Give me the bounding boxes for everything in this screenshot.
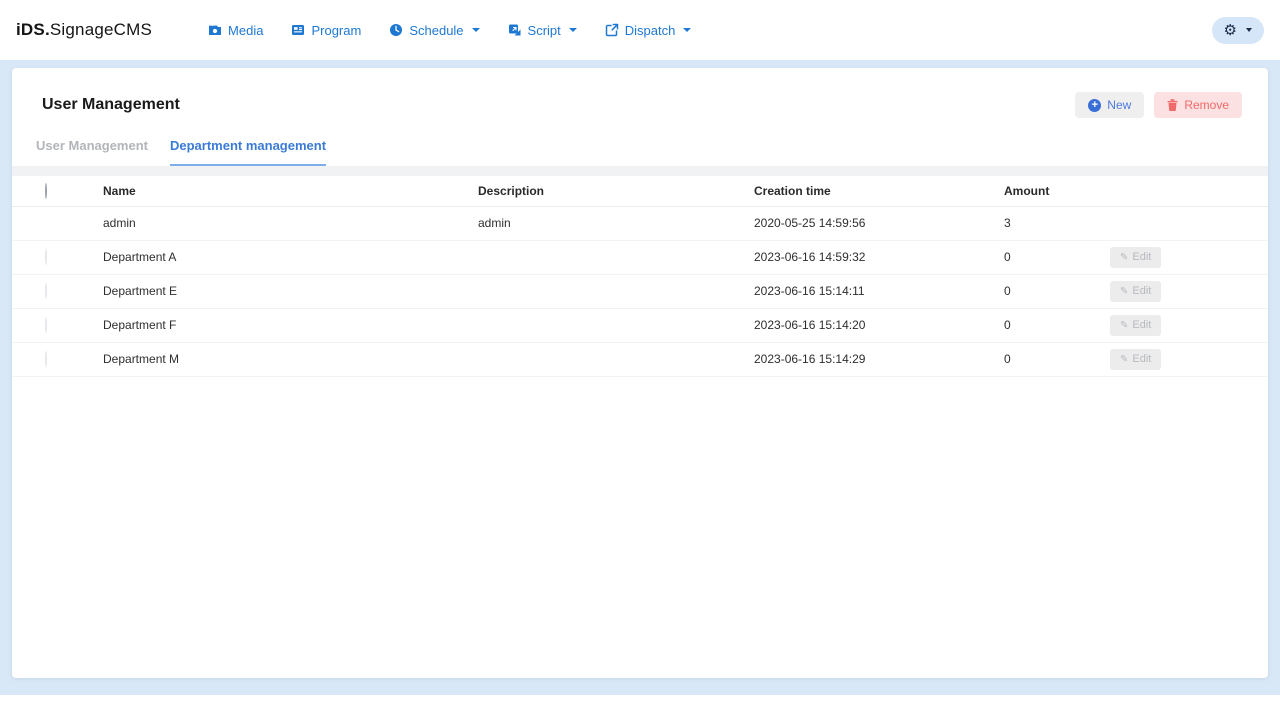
pencil-icon: ✎ (1120, 354, 1128, 365)
row-select-radio[interactable] (45, 351, 47, 367)
table-row[interactable]: Department E 2023-06-16 15:14:11 0 ✎Edit (12, 274, 1268, 308)
cell-name: Department M (103, 342, 478, 376)
cell-creation-time: 2023-06-16 14:59:32 (754, 240, 1004, 274)
clock-icon (389, 23, 403, 37)
top-navigation-bar: iDS.SignageCMS Media Program Schedule Sc… (0, 0, 1280, 60)
new-button-label: New (1107, 98, 1131, 112)
cell-amount: 0 (1004, 342, 1098, 376)
select-all-radio[interactable] (45, 183, 47, 199)
tab-bar: User Management Department management (12, 118, 1268, 166)
edit-button[interactable]: ✎Edit (1110, 281, 1161, 302)
nav-item-media[interactable]: Media (208, 23, 263, 38)
trash-icon (1167, 99, 1178, 111)
pencil-icon: ✎ (1120, 320, 1128, 331)
cell-actions: ✎Edit (1098, 240, 1268, 274)
table-row[interactable]: Department F 2023-06-16 15:14:20 0 ✎Edit (12, 308, 1268, 342)
cell-name: Department F (103, 308, 478, 342)
column-header-name: Name (103, 176, 478, 206)
dispatch-icon (605, 23, 619, 37)
cell-description (478, 240, 754, 274)
edit-button[interactable]: ✎Edit (1110, 247, 1161, 268)
media-icon (208, 23, 222, 37)
cell-name: admin (103, 206, 478, 240)
new-button[interactable]: + New (1075, 92, 1144, 118)
app-logo[interactable]: iDS.SignageCMS (16, 20, 152, 40)
remove-button-label: Remove (1184, 98, 1229, 112)
nav-item-script[interactable]: Script (508, 23, 577, 38)
pencil-icon: ✎ (1120, 286, 1128, 297)
cell-description (478, 274, 754, 308)
cell-creation-time: 2023-06-16 15:14:11 (754, 274, 1004, 308)
settings-button[interactable]: ⚙ (1212, 17, 1264, 44)
cell-creation-time: 2023-06-16 15:14:29 (754, 342, 1004, 376)
column-header-description: Description (478, 176, 754, 206)
table-row[interactable]: Department M 2023-06-16 15:14:29 0 ✎Edit (12, 342, 1268, 376)
cell-creation-time: 2020-05-25 14:59:56 (754, 206, 1004, 240)
cell-name: Department E (103, 274, 478, 308)
row-select-radio[interactable] (45, 317, 47, 333)
page-title: User Management (42, 96, 180, 114)
app-logo-regular: SignageCMS (50, 20, 152, 39)
nav-item-schedule[interactable]: Schedule (389, 23, 479, 38)
cell-actions: ✎Edit (1098, 274, 1268, 308)
plus-circle-icon: + (1088, 99, 1101, 112)
cell-amount: 0 (1004, 274, 1098, 308)
edit-button[interactable]: ✎Edit (1110, 315, 1161, 336)
remove-button[interactable]: Remove (1154, 92, 1242, 118)
pencil-icon: ✎ (1120, 252, 1128, 263)
cell-description: admin (478, 206, 754, 240)
table-row[interactable]: admin admin 2020-05-25 14:59:56 3 (12, 206, 1268, 240)
chevron-down-icon (472, 28, 480, 32)
cell-description (478, 342, 754, 376)
tab-table-divider (12, 166, 1268, 176)
nav-item-dispatch[interactable]: Dispatch (605, 23, 692, 38)
tab-user-management[interactable]: User Management (36, 138, 148, 166)
cell-amount: 3 (1004, 206, 1098, 240)
tab-department-management[interactable]: Department management (170, 138, 326, 166)
cell-name: Department A (103, 240, 478, 274)
column-header-creation-time: Creation time (754, 176, 1004, 206)
cell-amount: 0 (1004, 240, 1098, 274)
card-header: User Management + New Remove (12, 68, 1268, 118)
content-card: User Management + New Remove User Manage… (12, 68, 1268, 678)
page-background: User Management + New Remove User Manage… (0, 60, 1280, 695)
app-logo-bold: iDS. (16, 20, 50, 39)
department-table: Name Description Creation time Amount ad… (12, 176, 1268, 377)
row-select-radio[interactable] (45, 249, 47, 265)
nav-item-program[interactable]: Program (291, 23, 361, 38)
edit-button[interactable]: ✎Edit (1110, 349, 1161, 370)
cell-actions: ✎Edit (1098, 308, 1268, 342)
table-header-row: Name Description Creation time Amount (12, 176, 1268, 206)
chevron-down-icon (683, 28, 691, 32)
cell-creation-time: 2023-06-16 15:14:20 (754, 308, 1004, 342)
row-select-radio[interactable] (45, 283, 47, 299)
header-actions: + New Remove (1075, 92, 1242, 118)
nav-menu: Media Program Schedule Script Dispatch (208, 23, 691, 38)
chevron-down-icon (1246, 28, 1252, 32)
chevron-down-icon (569, 28, 577, 32)
cell-actions (1098, 206, 1268, 240)
cell-description (478, 308, 754, 342)
column-header-amount: Amount (1004, 176, 1098, 206)
cell-actions: ✎Edit (1098, 342, 1268, 376)
cell-amount: 0 (1004, 308, 1098, 342)
script-icon (508, 23, 522, 37)
gear-icon: ⚙ (1224, 23, 1237, 38)
program-icon (291, 23, 305, 37)
table-row[interactable]: Department A 2023-06-16 14:59:32 0 ✎Edit (12, 240, 1268, 274)
